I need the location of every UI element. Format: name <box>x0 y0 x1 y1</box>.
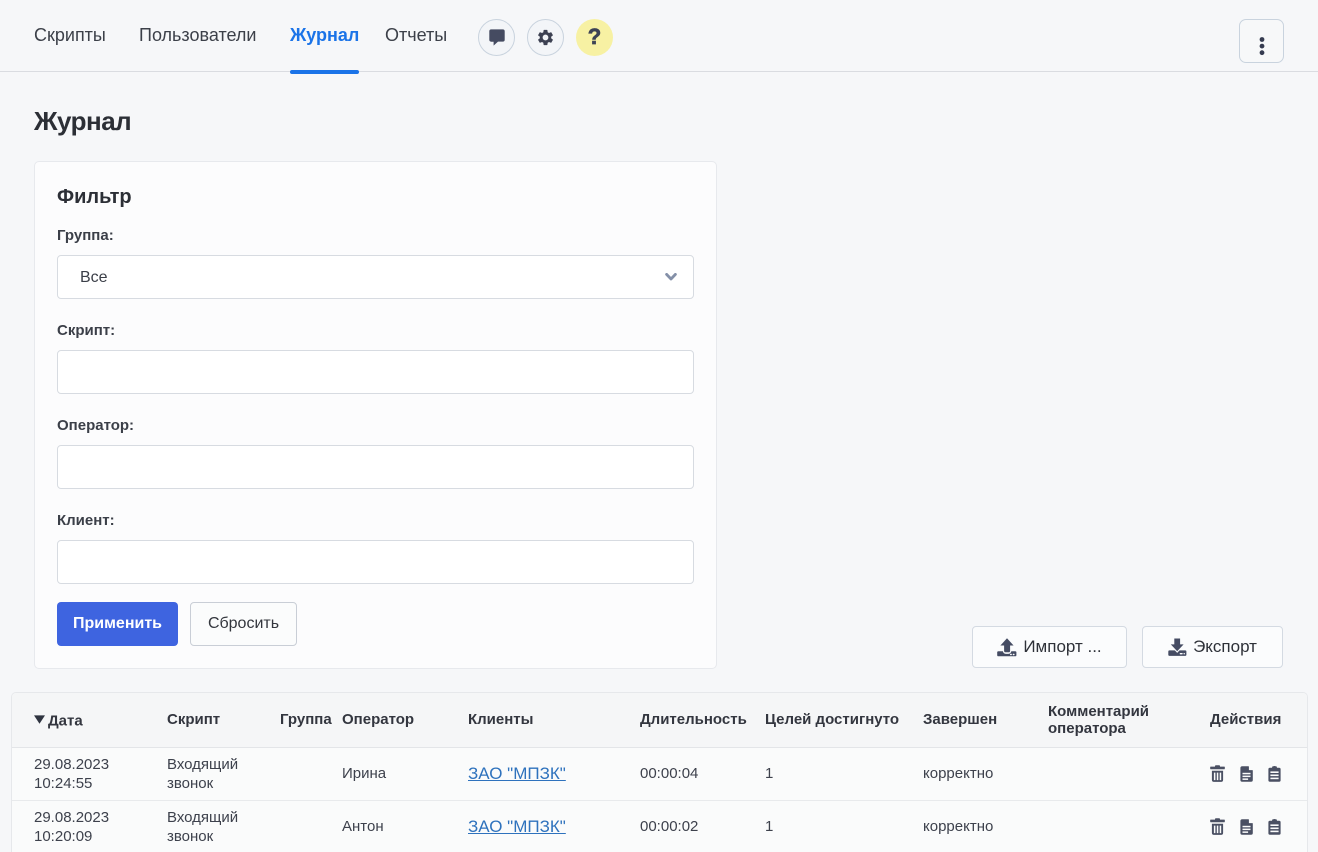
cell-comment <box>1036 747 1198 800</box>
apply-button[interactable]: Применить <box>57 602 178 646</box>
cell-duration: 00:00:02 <box>628 800 753 852</box>
cell-actions <box>1198 800 1308 852</box>
cell-operator: Ирина <box>330 747 456 800</box>
col-header-finished[interactable]: Завершен <box>911 693 1036 747</box>
page-title: Журнал <box>34 106 131 137</box>
cell-clients: ЗАО "МПЗК" <box>456 747 628 800</box>
view-record-icon[interactable] <box>1240 766 1253 782</box>
help-button[interactable]: ? <box>576 19 613 56</box>
upload-icon <box>997 638 1017 657</box>
tab-reports[interactable]: Отчеты <box>385 0 447 71</box>
top-navbar: Скрипты Пользователи Журнал Отчеты ? <box>0 0 1318 72</box>
col-header-goals[interactable]: Целей достигнуто <box>753 693 911 747</box>
cell-finished: корректно <box>911 747 1036 800</box>
settings-button[interactable] <box>527 19 564 56</box>
export-button-label: Экспорт <box>1193 637 1257 657</box>
io-buttons: Импорт ... Экспорт <box>972 626 1283 668</box>
report-icon[interactable] <box>1268 819 1281 835</box>
group-select[interactable]: Все <box>57 255 694 299</box>
import-button-label: Импорт ... <box>1023 637 1101 657</box>
cell-goals: 1 <box>753 747 911 800</box>
tab-users[interactable]: Пользователи <box>139 0 256 71</box>
col-header-operator[interactable]: Оператор <box>330 693 456 747</box>
cell-comment <box>1036 800 1198 852</box>
col-header-actions: Действия <box>1198 693 1308 747</box>
cell-goals: 1 <box>753 800 911 852</box>
col-header-clients[interactable]: Клиенты <box>456 693 628 747</box>
cell-date: 29.08.202310:24:55 <box>12 747 155 800</box>
more-menu-button[interactable] <box>1239 19 1284 63</box>
client-link[interactable]: ЗАО "МПЗК" <box>468 764 566 783</box>
cell-group <box>268 800 330 852</box>
import-button[interactable]: Импорт ... <box>972 626 1127 668</box>
tab-scripts[interactable]: Скрипты <box>34 0 106 71</box>
table-row: 29.08.202310:24:55 Входящий звонок Ирина… <box>12 747 1308 800</box>
col-header-duration[interactable]: Длительность <box>628 693 753 747</box>
col-header-group[interactable]: Группа <box>268 693 330 747</box>
cell-script: Входящий звонок <box>155 800 268 852</box>
report-icon[interactable] <box>1268 766 1281 782</box>
client-link[interactable]: ЗАО "МПЗК" <box>468 817 566 836</box>
table-header-row: Дата Скрипт Группа Оператор Клиенты Длит… <box>12 693 1308 747</box>
tab-journal[interactable]: Журнал <box>290 0 359 71</box>
group-label: Группа: <box>57 227 694 244</box>
chat-button[interactable] <box>478 19 515 56</box>
operator-input[interactable] <box>57 445 694 489</box>
cell-duration: 00:00:04 <box>628 747 753 800</box>
reset-button[interactable]: Сбросить <box>190 602 297 646</box>
delete-icon[interactable] <box>1210 818 1225 835</box>
download-icon <box>1168 638 1187 657</box>
col-header-date[interactable]: Дата <box>12 693 155 747</box>
chat-bubble-icon <box>489 29 505 46</box>
cell-finished: корректно <box>911 800 1036 852</box>
cell-operator: Антон <box>330 800 456 852</box>
filter-heading: Фильтр <box>57 186 694 209</box>
cell-actions <box>1198 747 1308 800</box>
nav-icon-buttons: ? <box>478 19 613 56</box>
gear-icon <box>536 28 555 47</box>
filter-card: Фильтр Группа: Все Скрипт: Оператор: Кли… <box>34 161 717 669</box>
col-header-comment[interactable]: Комментарий оператора <box>1036 693 1198 747</box>
cell-group <box>268 747 330 800</box>
script-input[interactable] <box>57 350 694 394</box>
kebab-icon <box>1259 20 1265 61</box>
client-label: Клиент: <box>57 512 694 529</box>
view-record-icon[interactable] <box>1240 819 1253 835</box>
journal-table-card: Дата Скрипт Группа Оператор Клиенты Длит… <box>11 692 1308 852</box>
question-mark-icon: ? <box>588 24 601 50</box>
operator-label: Оператор: <box>57 417 694 434</box>
table-row: 29.08.202310:20:09 Входящий звонок Антон… <box>12 800 1308 852</box>
sort-desc-icon <box>34 711 45 728</box>
cell-date: 29.08.202310:20:09 <box>12 800 155 852</box>
cell-script: Входящий звонок <box>155 747 268 800</box>
cell-clients: ЗАО "МПЗК" <box>456 800 628 852</box>
export-button[interactable]: Экспорт <box>1142 626 1283 668</box>
client-input[interactable] <box>57 540 694 584</box>
delete-icon[interactable] <box>1210 765 1225 782</box>
script-label: Скрипт: <box>57 322 694 339</box>
journal-table: Дата Скрипт Группа Оператор Клиенты Длит… <box>12 693 1308 852</box>
col-header-script[interactable]: Скрипт <box>155 693 268 747</box>
